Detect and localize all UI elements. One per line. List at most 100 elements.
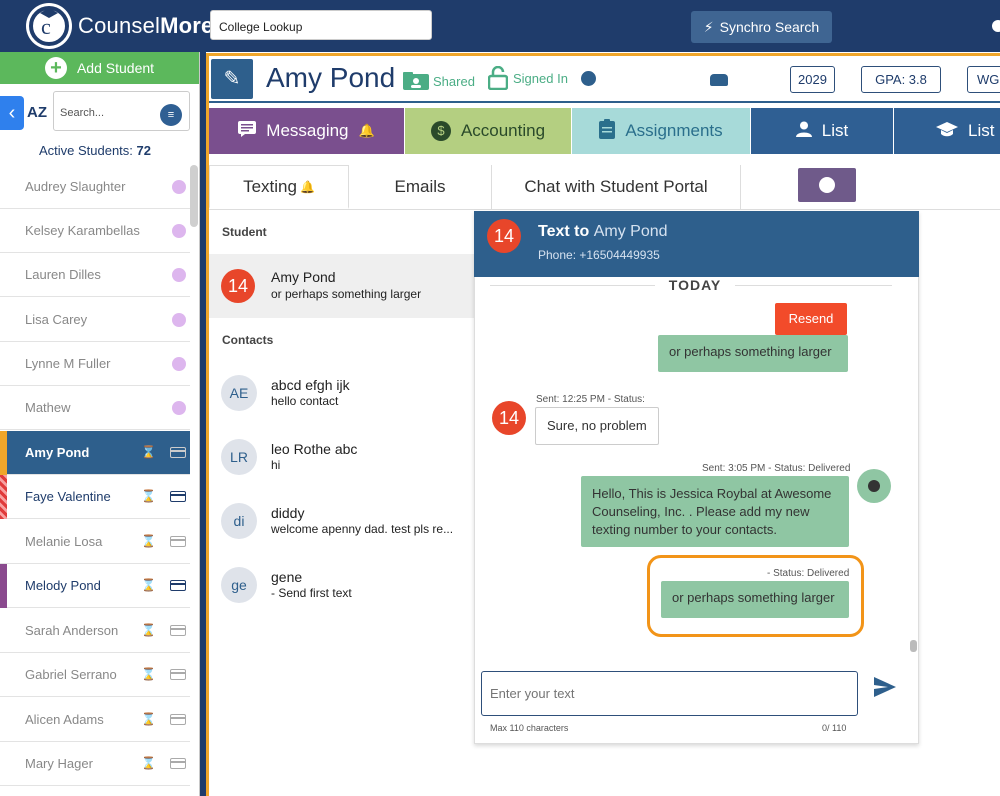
shared-status[interactable]: Shared <box>403 72 475 90</box>
message-input[interactable] <box>481 671 858 716</box>
active-students-number: 72 <box>136 143 152 158</box>
card-icon <box>170 447 186 458</box>
tab-assignments-label: Assignments <box>625 121 723 140</box>
hourglass-icon: ⌛ <box>141 578 156 592</box>
resend-button[interactable]: Resend <box>775 303 847 335</box>
sender-badge: 14 <box>492 401 526 435</box>
chat-title: Text to Amy Pond <box>538 223 668 241</box>
tab-accounting[interactable]: $ Accounting <box>405 108 571 154</box>
signed-in-status: Signed In <box>488 66 568 90</box>
clipboard-icon <box>599 118 616 144</box>
student-name: Melanie Losa <box>25 534 103 549</box>
hourglass-icon: ⌛ <box>141 489 156 503</box>
user-avatar-icon <box>857 469 891 503</box>
synchro-search-button[interactable]: ⚡ Synchro Search <box>691 11 832 43</box>
subtab-texting[interactable]: Texting 🔔 <box>209 165 349 209</box>
student-name: Audrey Slaughter <box>25 179 126 194</box>
tab-accounting-label: Accounting <box>460 121 546 140</box>
chat-bubble-icon <box>238 120 257 142</box>
sidebar-scrollbar[interactable] <box>190 165 198 227</box>
search-placeholder: Search... <box>60 107 105 119</box>
college-lookup-input[interactable]: College Lookup <box>210 10 432 40</box>
chat-scrollbar[interactable] <box>910 640 917 652</box>
student-list-item[interactable]: Alicen Adams ⌛ <box>0 698 190 742</box>
student-section-heading: Student <box>222 225 267 239</box>
subtab-chat-with-student-portal[interactable]: Chat with Student Portal <box>491 165 741 209</box>
card-icon <box>170 625 186 636</box>
contact-name[interactable]: gene <box>271 569 302 585</box>
student-name: Melody Pond <box>25 578 101 593</box>
brand-bold: More <box>160 13 214 38</box>
tab-messaging[interactable]: Messaging 🔔 <box>209 108 404 154</box>
car-icon[interactable] <box>710 74 728 86</box>
compass-icon <box>819 177 835 193</box>
brand-name: CounselMore <box>78 13 214 39</box>
sort-az-button[interactable]: AZ <box>27 104 47 121</box>
contact-avatar[interactable]: LR <box>221 439 257 475</box>
student-name: Lynne M Fuller <box>25 356 111 371</box>
logo-icon[interactable]: c <box>26 3 72 49</box>
status-dot-icon <box>172 268 186 282</box>
conversation-name: Amy Pond <box>271 269 336 285</box>
collapse-sidebar-button[interactable]: ‹ <box>0 96 24 130</box>
student-list-item[interactable]: Mathew <box>0 386 190 430</box>
student-list-item[interactable]: Sarah Anderson ⌛ <box>0 609 190 653</box>
subtab-emails[interactable]: Emails <box>350 165 490 209</box>
card-icon <box>170 714 186 725</box>
tab-list[interactable]: List <box>751 108 893 154</box>
student-list-item[interactable]: Audrey Slaughter <box>0 165 190 209</box>
chat-phone: Phone: +16504449935 <box>538 248 660 262</box>
outgoing-message: or perhaps something larger <box>658 335 848 372</box>
contact-avatar[interactable]: AE <box>221 375 257 411</box>
contacts-section-heading: Contacts <box>222 333 274 347</box>
student-name: Sarah Anderson <box>25 623 119 638</box>
student-name: Amy Pond <box>25 445 90 460</box>
card-icon <box>170 491 186 502</box>
message-meta: Sent: 3:05 PM - Status: Delivered <box>702 463 851 474</box>
unlock-icon <box>488 66 508 90</box>
add-student-button[interactable]: + Add Student <box>0 52 199 84</box>
bell-icon: 🔔 <box>358 123 375 138</box>
contact-name[interactable]: leo Rothe abc <box>271 441 357 457</box>
student-list-item[interactable]: Melanie Losa ⌛ <box>0 520 190 564</box>
outgoing-message: Hello, This is Jessica Roybal at Awesome… <box>581 476 849 547</box>
hourglass-icon: ⌛ <box>141 623 156 637</box>
tab-assignments[interactable]: Assignments <box>572 108 750 154</box>
hourglass-icon: ⌛ <box>141 756 156 770</box>
card-icon <box>170 758 186 769</box>
student-name: Mathew <box>25 400 71 415</box>
student-list-item[interactable]: Kelsey Karambellas <box>0 209 190 253</box>
tab-list-graduation[interactable]: List <box>894 108 1000 154</box>
student-list-item[interactable]: Lisa Carey <box>0 298 190 342</box>
contact-name[interactable]: abcd efgh ijk <box>271 377 350 393</box>
contact-avatar[interactable]: ge <box>221 567 257 603</box>
student-list-item[interactable]: Mary Hager ⌛ <box>0 742 190 786</box>
student-list-item[interactable]: Lynne M Fuller <box>0 342 190 386</box>
filter-icon[interactable]: ≡ <box>160 104 182 126</box>
timer-icon[interactable] <box>581 71 596 86</box>
max-characters-hint: Max 110 characters <box>490 723 569 733</box>
main-panel-border <box>206 53 1000 56</box>
contact-name[interactable]: diddy <box>271 505 304 521</box>
hourglass-icon: ⌛ <box>141 667 156 681</box>
edit-student-button[interactable]: ✎ <box>211 59 253 99</box>
conversation-preview: or perhaps something larger <box>271 287 422 301</box>
contact-avatar[interactable]: di <box>221 503 257 539</box>
student-list-item[interactable]: Faye Valentine ⌛ <box>0 475 190 519</box>
student-list-item[interactable]: Melody Pond ⌛ <box>0 564 190 608</box>
user-menu-icon[interactable] <box>992 20 1000 32</box>
student-name: Faye Valentine <box>25 489 111 504</box>
student-list-item-selected[interactable]: Amy Pond ⌛ <box>0 431 190 475</box>
send-icon[interactable] <box>874 677 896 697</box>
header-divider <box>209 101 1000 103</box>
highlight-outline <box>647 555 864 637</box>
page-title: Amy Pond <box>266 62 396 93</box>
student-list-item[interactable]: Gabriel Serrano ⌛ <box>0 653 190 697</box>
status-dot-icon <box>172 313 186 327</box>
synchro-search-label: Synchro Search <box>719 19 820 35</box>
student-list-item[interactable]: Lauren Dilles <box>0 253 190 297</box>
hourglass-icon: ⌛ <box>141 534 156 548</box>
character-count: 0/ 110 <box>822 723 847 733</box>
card-icon <box>170 669 186 680</box>
compass-button[interactable] <box>798 168 856 202</box>
